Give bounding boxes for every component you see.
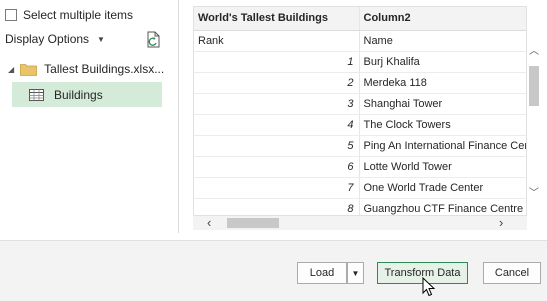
name-cell: One World Trade Center: [359, 177, 526, 199]
column-header-1: World's Tallest Buildings: [194, 7, 360, 31]
vertical-scrollbar[interactable]: ︿ ﹀: [527, 42, 541, 200]
table-row: 3 Shanghai Tower: [194, 93, 526, 115]
name-cell: Merdeka 118: [359, 72, 526, 94]
horizontal-scroll-thumb[interactable]: [227, 218, 279, 228]
rank-cell: 5: [194, 135, 360, 157]
rank-header-cell: Rank: [194, 30, 360, 52]
rank-cell: 8: [194, 198, 360, 215]
chevron-down-icon: ▼: [351, 268, 360, 278]
folder-icon: [20, 63, 38, 76]
display-options-label: Display Options: [5, 32, 90, 46]
name-header-cell: Name: [359, 30, 526, 52]
horizontal-scrollbar[interactable]: ‹ ›: [193, 216, 527, 230]
navigator-pane: Select multiple items Display Options ▼ …: [0, 0, 170, 235]
tree-item-sheet-buildings[interactable]: Buildings: [12, 82, 162, 107]
tree-item-file[interactable]: ◢ Tallest Buildings.xlsx...: [8, 62, 168, 76]
name-cell: Shanghai Tower: [359, 93, 526, 115]
dialog-footer: Load ▼ Transform Data Cancel: [0, 240, 547, 301]
name-cell: Guangzhou CTF Finance Centre: [359, 198, 526, 215]
table-icon: [29, 88, 44, 101]
sheet-name-label: Buildings: [54, 87, 103, 102]
scroll-up-icon[interactable]: ︿: [528, 42, 540, 57]
display-options-dropdown[interactable]: Display Options ▼: [5, 32, 105, 46]
name-cell: Burj Khalifa: [359, 51, 526, 73]
preview-grid: World's Tallest Buildings Column2 Rank N…: [193, 6, 527, 216]
name-cell: Lotte World Tower: [359, 156, 526, 178]
select-multiple-checkbox[interactable]: [5, 9, 17, 21]
pane-divider[interactable]: [178, 0, 179, 233]
table-row: 6 Lotte World Tower: [194, 156, 526, 178]
scroll-right-icon[interactable]: ›: [499, 216, 503, 230]
table-row: 4 The Clock Towers: [194, 114, 526, 136]
chevron-down-icon: ▼: [97, 34, 105, 44]
expanded-caret-icon[interactable]: ◢: [8, 65, 14, 74]
file-name-label: Tallest Buildings.xlsx...: [44, 62, 165, 76]
name-cell: Ping An International Finance Centre: [359, 135, 526, 157]
name-cell: The Clock Towers: [359, 114, 526, 136]
load-button[interactable]: Load: [297, 262, 347, 284]
table-row: 2 Merdeka 118: [194, 72, 526, 94]
table-row: 1 Burj Khalifa: [194, 51, 526, 73]
column-header-row: World's Tallest Buildings Column2: [194, 7, 526, 31]
column-header-2: Column2: [359, 7, 526, 31]
table-row: 8 Guangzhou CTF Finance Centre: [194, 198, 526, 215]
scroll-down-icon[interactable]: ﹀: [528, 184, 540, 199]
select-multiple-label: Select multiple items: [23, 8, 134, 22]
scroll-left-icon[interactable]: ‹: [207, 216, 211, 230]
rank-cell: 3: [194, 93, 360, 115]
select-multiple-option[interactable]: Select multiple items: [5, 8, 133, 22]
load-dropdown-button[interactable]: ▼: [347, 262, 364, 284]
refresh-icon[interactable]: [145, 31, 161, 49]
table-row: Rank Name: [194, 30, 526, 52]
rank-cell: 7: [194, 177, 360, 199]
table-row: 5 Ping An International Finance Centre: [194, 135, 526, 157]
mouse-cursor-icon: [422, 277, 436, 297]
rank-cell: 2: [194, 72, 360, 94]
rank-cell: 6: [194, 156, 360, 178]
table-row: 7 One World Trade Center: [194, 177, 526, 199]
rank-cell: 4: [194, 114, 360, 136]
rank-cell: 1: [194, 51, 360, 73]
cancel-button[interactable]: Cancel: [483, 262, 541, 284]
vertical-scroll-thumb[interactable]: [529, 66, 539, 106]
